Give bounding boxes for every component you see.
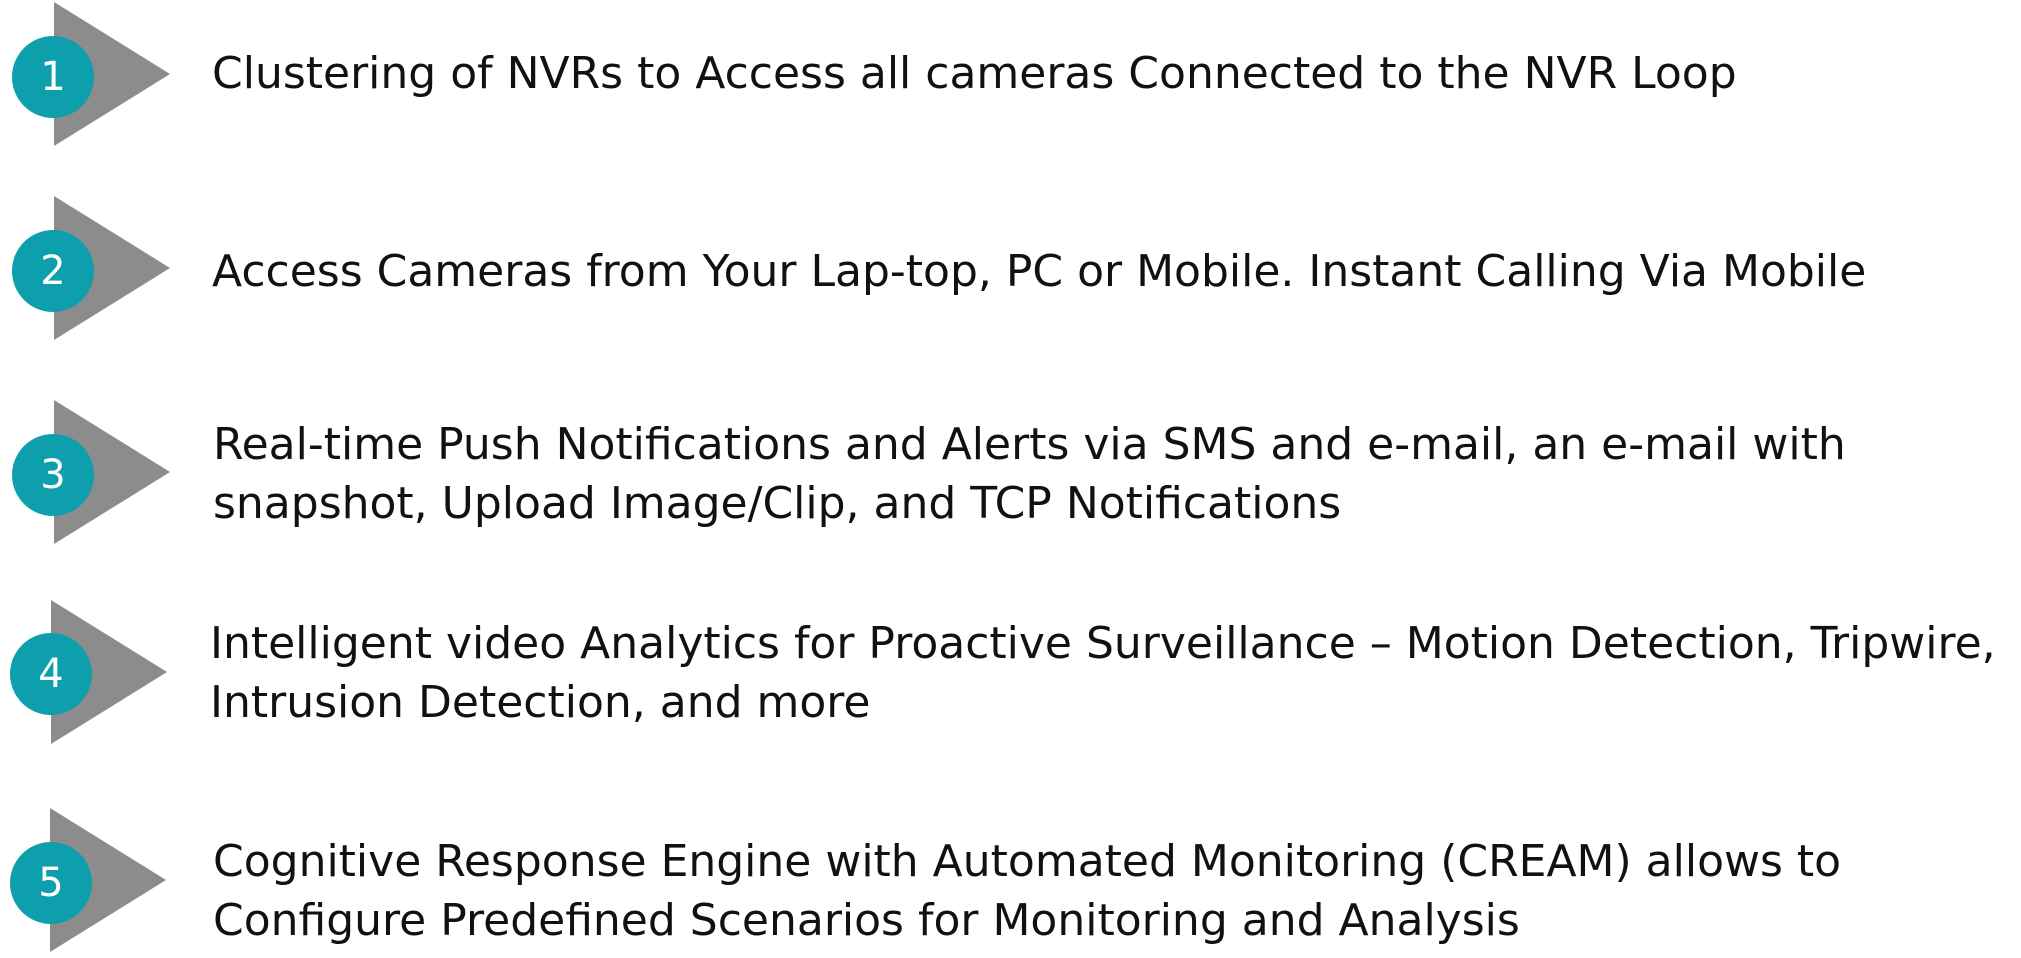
feature-text-line-1: Cognitive Response Engine with Automated…: [213, 836, 1842, 887]
feature-text-line-2: snapshot, Upload Image/Clip, and TCP Not…: [213, 478, 1342, 529]
feature-item-5: 5 Cognitive Response Engine with Automat…: [0, 808, 2021, 958]
number-badge: 5: [10, 842, 92, 924]
feature-marker: 2: [0, 196, 180, 346]
feature-marker: 3: [0, 400, 180, 550]
feature-item-2: 2 Access Cameras from Your Lap-top, PC o…: [0, 196, 2021, 346]
number-badge: 1: [12, 36, 94, 118]
feature-text-line-2: Configure Predefined Scenarios for Monit…: [213, 895, 1520, 946]
number-badge: 2: [12, 230, 94, 312]
feature-item-3: 3 Real-time Push Notifications and Alert…: [0, 400, 2021, 550]
feature-marker: 4: [0, 600, 180, 750]
feature-text-line-1: Access Cameras from Your Lap-top, PC or …: [212, 246, 1867, 297]
feature-marker: 5: [0, 808, 180, 958]
number-badge: 3: [12, 434, 94, 516]
feature-text-line-1: Intelligent video Analytics for Proactiv…: [210, 618, 1996, 669]
feature-text-line-1: Clustering of NVRs to Access all cameras…: [212, 48, 1737, 99]
number-badge: 4: [10, 633, 92, 715]
feature-item-4: 4 Intelligent video Analytics for Proact…: [0, 600, 2021, 750]
feature-marker: 1: [0, 2, 180, 152]
feature-text-line-2: Intrusion Detection, and more: [210, 677, 871, 728]
feature-item-1: 1 Clustering of NVRs to Access all camer…: [0, 2, 2021, 152]
feature-text-line-1: Real-time Push Notifications and Alerts …: [213, 419, 1846, 470]
